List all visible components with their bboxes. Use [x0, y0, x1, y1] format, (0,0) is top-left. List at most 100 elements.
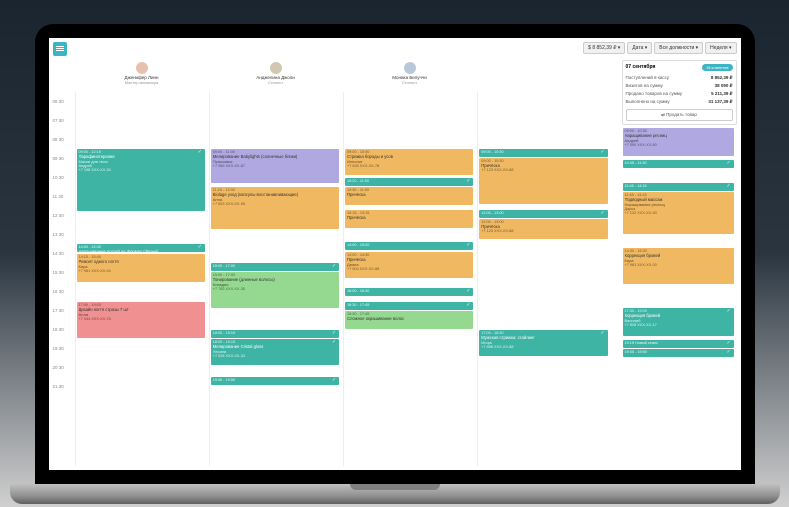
check-icon: ✓ — [727, 161, 732, 166]
appointment[interactable]: 10:20 - 11:00✓ — [345, 178, 473, 186]
topbar: $ 8 852,39 ₽ ▾ Дата ▾ Все должности ▾ Не… — [583, 42, 736, 54]
appointment[interactable]: 12:15 - 13:15Причёска — [345, 210, 473, 228]
check-icon: ✓ — [198, 245, 203, 250]
time-label: 19 30 — [53, 339, 71, 358]
appointment-title: Причёска — [347, 215, 471, 220]
appointment[interactable]: 14:00 - 15:00✓ — [345, 242, 473, 250]
check-icon: ✓ — [601, 211, 606, 216]
check-icon: ✓ — [727, 309, 732, 314]
positions-dropdown[interactable]: Все должности ▾ — [654, 42, 703, 54]
calendar-column[interactable]: 09:00 - 10:30✓09:00 - 10:30Причёска+7 12… — [477, 92, 610, 466]
appointment-phone: +7 981 XXX-XX-94 — [79, 269, 203, 273]
appointment[interactable]: 19:15 Новый сеанс✓ — [623, 340, 734, 348]
time-label: 17 30 — [53, 301, 71, 320]
appointment-phone: +7 635 XXX-XX-78 — [347, 164, 471, 168]
appointment[interactable]: 12:00 - 13:00✓ — [479, 210, 607, 218]
staff-column[interactable]: Дженифер Линн Мастер маникюра — [75, 62, 209, 90]
time-label: 08 30 — [53, 130, 71, 149]
staff-column[interactable]: Анджелина Джоли Стилист — [209, 62, 343, 90]
appointment-time: 10:20 - 11:00 — [347, 179, 471, 183]
appointment[interactable]: 11:45 - 14:15Подводный массажНаращивание… — [623, 192, 734, 234]
appointment-title: Сложное окрашивание волос — [347, 316, 471, 321]
staff-role: Мастер маникюра — [125, 80, 159, 85]
calendar-column[interactable]: 09:00 - 10:00Стрижка бороды и усовИпполи… — [343, 92, 476, 466]
time-label: 10 30 — [53, 168, 71, 187]
appointment[interactable]: 16:30 - 17:45✓ — [345, 302, 473, 310]
avatar — [404, 62, 416, 74]
appointment-phone: +7 132 XXX-XX-90 — [625, 211, 732, 215]
time-label: 06 30 — [53, 92, 71, 111]
appointment-time: 15:00 - 17:00 — [213, 264, 337, 268]
appointment[interactable]: 09:00 - 10:30Причёска+7 123 XXX-XX-88 — [479, 158, 607, 204]
appointment[interactable]: 16:30 - 17:45Сложное окрашивание волос — [345, 311, 473, 329]
appointment[interactable]: 15:00 - 17:00Тонирование (длинные волосы… — [211, 272, 339, 308]
appointment[interactable]: 11:15 - 13:30Biolage уход (капсулы восст… — [211, 187, 339, 229]
appointment[interactable]: 17:30 - 19:00Коррекция бровейВасилий+7 8… — [623, 308, 734, 336]
summary-date: 07 сентября — [626, 64, 656, 70]
appointment-phone: +7 981 XXX-XX-00 — [625, 263, 732, 267]
check-icon: ✓ — [601, 150, 606, 155]
appointment[interactable]: 18:00 - 19:15Мелирование Cristal glossУл… — [211, 339, 339, 365]
check-icon: ✓ — [727, 350, 732, 355]
avatar — [270, 62, 282, 74]
appointment[interactable]: 14:30 - 16:30Коррекция бровейКира+7 981 … — [623, 248, 734, 284]
appointment-phone: +7 898 XXX-XX-88 — [481, 345, 605, 349]
appointment[interactable]: 14:00 - 14:30ПричёскаДиана+7 504 XXX-XX-… — [345, 252, 473, 278]
calendar-column[interactable]: 09:00 - 12:15ПарафинотерапияМаски для те… — [75, 92, 208, 466]
calendar-column[interactable]: 09:00 - 11:00Мелирование Babylights (сол… — [209, 92, 342, 466]
balance-dropdown[interactable]: $ 8 852,39 ₽ ▾ — [583, 42, 625, 54]
staff-role: Стилист — [402, 80, 417, 85]
staff-header: Дженифер Линн Мастер маникюра Анджелина … — [75, 62, 611, 90]
appointment[interactable]: 10:30 - 11:00Причёска — [345, 187, 473, 205]
appointment-time: 09:00 - 10:30 — [481, 150, 605, 154]
appointment[interactable]: 12:00 - 13:00Причёска+7 123 XXX-XX-88 — [479, 219, 607, 239]
appointment[interactable]: 18:00 - 19:15✓ — [211, 330, 339, 338]
time-label: 21 30 — [53, 377, 71, 396]
calendar-grid: 09:00 - 12:15ПарафинотерапияМаски для те… — [75, 92, 611, 466]
time-label: 13 30 — [53, 225, 71, 244]
appointment-phone: +7 503 XXX-XX-95 — [213, 202, 337, 206]
appointment[interactable]: 17:00 - 18:30Мужская стрижка: стайлингИг… — [479, 330, 607, 356]
appointment[interactable]: 09:00 - 10:30✓ — [479, 149, 607, 157]
check-icon: ✓ — [332, 264, 337, 269]
check-icon: ✓ — [727, 184, 732, 189]
appointment[interactable]: 15:00 - 17:00✓ — [211, 263, 339, 271]
staff-column[interactable]: Моника Белуччи Стилист — [343, 62, 477, 90]
summary-value: 31 137,39 ₽ — [708, 99, 732, 105]
time-label: 09 30 — [53, 149, 71, 168]
appointment[interactable]: 09:00 - 11:00Мелирование Babylights (сол… — [211, 149, 339, 183]
time-label: 16 30 — [53, 282, 71, 301]
appointment[interactable]: 09:00 - 12:15ПарафинотерапияМаски для те… — [77, 149, 205, 211]
appointment[interactable]: 14:00 - 14:30Наращивание ногтей на форма… — [77, 244, 205, 252]
check-icon: ✓ — [466, 303, 471, 308]
appointment[interactable]: 11:45 - 14:15✓ — [623, 183, 734, 191]
appointment-time: 14:00 - 15:00 — [347, 243, 471, 247]
appointment[interactable]: 09:00 - 10:30Наращивание ресницАндрей+7 … — [623, 128, 734, 156]
date-dropdown[interactable]: Дата ▾ — [627, 42, 652, 54]
appointment[interactable]: 09:00 - 10:00Стрижка бороды и усовИпполи… — [345, 149, 473, 175]
sell-product-button[interactable]: ⇄ Продать товар — [626, 109, 733, 121]
appointment[interactable]: 19:35 - 19:50✓ — [623, 349, 734, 357]
appointment[interactable]: 17:00 - 19:00Дизайн ногтя стразы 7 штАлл… — [77, 302, 205, 338]
appointment-time: 10:45 - 11:30 — [625, 161, 732, 165]
appointment-phone: +7 123 XXX-XX-88 — [481, 168, 605, 172]
summary-value: 5 211,39 ₽ — [711, 91, 732, 97]
appointment-phone: +7 828 XXX-XX-17 — [625, 323, 732, 327]
appointment-time: 18:00 - 19:15 — [213, 331, 337, 335]
summary-value: 38 090 ₽ — [715, 83, 733, 89]
appointment[interactable]: 19:30 - 19:50✓ — [211, 377, 339, 385]
check-icon: ✓ — [466, 289, 471, 294]
appointment-phone: +7 504 XXX-XX-88 — [347, 267, 471, 271]
appointment-time: 12:00 - 13:00 — [481, 211, 605, 215]
period-dropdown[interactable]: Неделя ▾ — [705, 42, 736, 54]
appointment-phone: +7 198 XXX-XX-34 — [79, 168, 203, 172]
menu-toggle[interactable] — [53, 42, 67, 56]
appointment-phone: +7 985 XXX-XX-87 — [213, 164, 337, 168]
appointment[interactable]: 14:15 - 15:45Ремонт одного ногтяКира+7 9… — [77, 254, 205, 282]
appointment-time: 11:45 - 14:15 — [625, 184, 732, 188]
appointment[interactable]: 16:00 - 16:30✓ — [345, 288, 473, 296]
time-label: 14 30 — [53, 244, 71, 263]
check-icon: ✓ — [601, 331, 606, 336]
appointment[interactable]: 10:45 - 11:30✓ — [623, 160, 734, 168]
time-label: 15 30 — [53, 263, 71, 282]
